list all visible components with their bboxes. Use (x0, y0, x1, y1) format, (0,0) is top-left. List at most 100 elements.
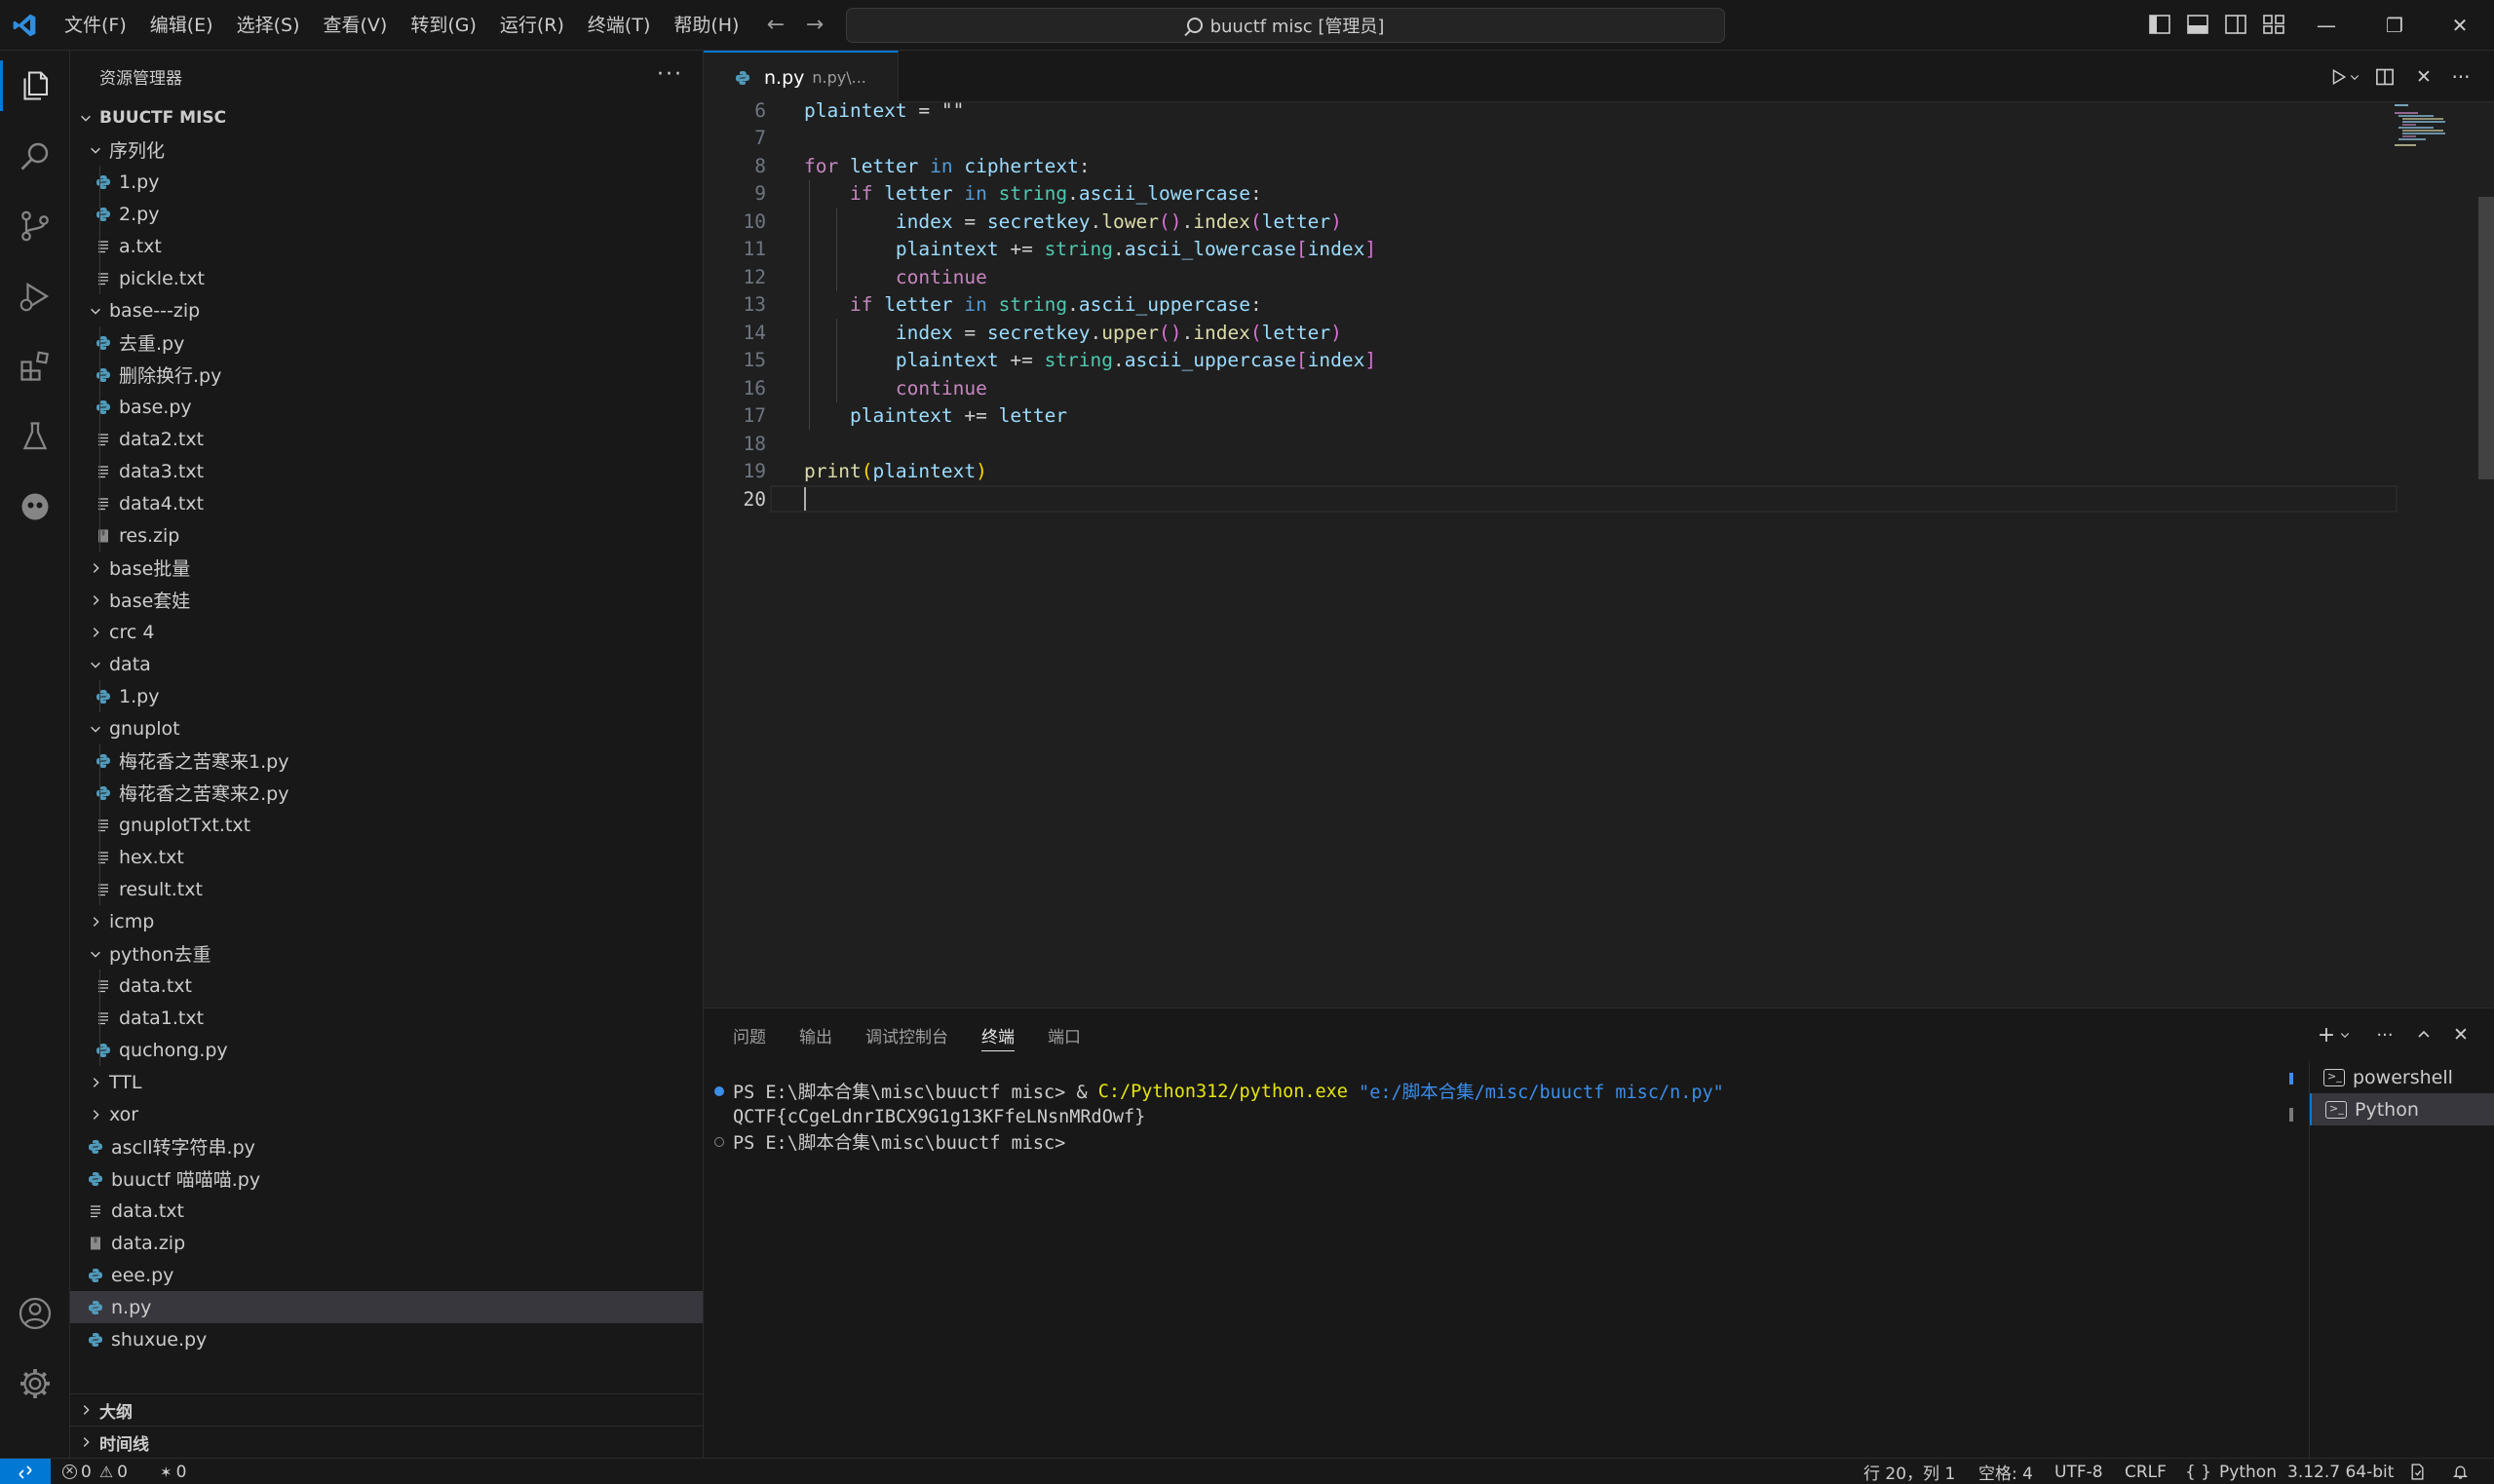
search-icon[interactable] (0, 121, 70, 191)
tree-file[interactable]: 2.py (70, 198, 703, 230)
tree-file[interactable]: result.txt (70, 873, 703, 905)
tree-file[interactable]: data1.txt (70, 1002, 703, 1034)
run-and-debug-icon[interactable] (0, 261, 70, 331)
tree-file[interactable]: 梅花香之苦寒来1.py (70, 744, 703, 777)
menu-help[interactable]: 帮助(H) (662, 8, 750, 43)
maximize-panel-chevron-up-icon[interactable] (2411, 1022, 2436, 1047)
menu-edit[interactable]: 编辑(E) (138, 8, 225, 43)
panel-more-actions-icon[interactable]: ··· (2372, 1022, 2398, 1047)
tree-folder[interactable]: gnuplot (70, 712, 703, 744)
eol-status[interactable]: CRLF (2125, 1459, 2167, 1484)
tree-file[interactable]: 删除换行.py (70, 359, 703, 391)
toggle-secondary-sidebar-icon[interactable] (2224, 14, 2247, 35)
split-editor-icon[interactable] (2372, 64, 2398, 90)
tree-file[interactable]: base.py (70, 391, 703, 423)
tree-folder[interactable]: data (70, 648, 703, 680)
tree-file[interactable]: a.txt (70, 230, 703, 262)
terminal-profiles-chevron-down-icon[interactable] (2337, 1022, 2353, 1047)
terminal-instance-powershell[interactable]: >_ powershell (2310, 1061, 2494, 1093)
tree-file[interactable]: buuctf 喵喵喵.py (70, 1162, 703, 1195)
tree-file[interactable]: data.txt (70, 1195, 703, 1227)
extensions-icon[interactable] (0, 331, 70, 401)
testing-flask-icon[interactable] (0, 401, 70, 472)
tree-folder[interactable]: base---zip (70, 294, 703, 326)
tree-folder[interactable]: icmp (70, 905, 703, 937)
tab-problems[interactable]: 问题 (733, 1008, 766, 1061)
tree-folder[interactable]: base套娃 (70, 584, 703, 616)
terminal-output[interactable]: PS E:\脚本合集\misc\buuctf misc> & C:/Python… (704, 1079, 2287, 1155)
tree-file[interactable]: res.zip (70, 519, 703, 552)
run-options-chevron-down-icon[interactable] (2347, 64, 2362, 90)
tree-folder[interactable]: base批量 (70, 552, 703, 584)
menu-run[interactable]: 运行(R) (488, 8, 576, 43)
tab-debug-console[interactable]: 调试控制台 (865, 1008, 948, 1061)
remote-window-button[interactable] (0, 1459, 51, 1484)
cursor-position[interactable]: 行 20，列 1 (1863, 1459, 1955, 1484)
toggle-primary-sidebar-icon[interactable] (2148, 14, 2171, 35)
settings-gear-icon[interactable] (0, 1349, 70, 1419)
ports-status[interactable]: ✶ 0 (160, 1459, 186, 1484)
back-arrow-icon[interactable]: ← (762, 12, 789, 39)
tree-folder[interactable]: 序列化 (70, 133, 703, 166)
menu-terminal[interactable]: 终端(T) (576, 8, 662, 43)
tree-file[interactable]: n.py (70, 1291, 703, 1323)
terminal-scrollbar[interactable] (2289, 1073, 2295, 1424)
notifications-bell-icon[interactable] (2452, 1459, 2469, 1484)
tree-folder[interactable]: xor (70, 1098, 703, 1130)
toggle-panel-icon[interactable] (2186, 14, 2209, 35)
tree-file[interactable]: 1.py (70, 680, 703, 712)
tree-folder[interactable]: python去重 (70, 937, 703, 970)
code-editor[interactable]: 6 plaintext = "" 7 8 for letter in ciphertex… (704, 102, 2494, 1008)
tree-file[interactable]: quchong.py (70, 1034, 703, 1066)
python-interpreter[interactable]: 3.12.7 64-bit (2287, 1459, 2394, 1484)
tree-file[interactable]: pickle.txt (70, 262, 703, 294)
more-actions-icon[interactable]: ··· (657, 62, 683, 87)
close-panel-icon[interactable]: ✕ (2448, 1022, 2474, 1047)
forward-arrow-icon[interactable]: → (801, 12, 828, 39)
github-copilot-icon[interactable] (0, 472, 70, 542)
source-control-icon[interactable] (0, 191, 70, 261)
tree-file[interactable]: ascll转字符串.py (70, 1130, 703, 1162)
tree-file[interactable]: data3.txt (70, 455, 703, 487)
tree-folder[interactable]: TTL (70, 1066, 703, 1098)
tree-file[interactable]: 去重.py (70, 326, 703, 359)
tree-file[interactable]: shuxue.py (70, 1323, 703, 1355)
tree-file[interactable]: 1.py (70, 166, 703, 198)
tab-ports[interactable]: 端口 (1048, 1008, 1081, 1061)
new-terminal-plus-icon[interactable]: + (2314, 1022, 2339, 1047)
tree-file[interactable]: data4.txt (70, 487, 703, 519)
tree-file[interactable]: data2.txt (70, 423, 703, 455)
notebook-kernel-icon[interactable] (2409, 1459, 2426, 1484)
tree-file[interactable]: gnuplotTxt.txt (70, 809, 703, 841)
tree-file[interactable]: 梅花香之苦寒来2.py (70, 777, 703, 809)
minimize-window-icon[interactable]: — (2292, 0, 2360, 51)
problems-status[interactable]: ✕ 0 ⚠ 0 (62, 1459, 128, 1484)
menu-file[interactable]: 文件(F) (53, 8, 138, 43)
indentation-status[interactable]: 空格: 4 (1978, 1459, 2033, 1484)
menu-selection[interactable]: 选择(S) (225, 8, 312, 43)
outline-section[interactable]: 大纲 (70, 1393, 704, 1426)
workspace-folder-header[interactable]: BUUCTF MISC (70, 101, 703, 133)
tree-file[interactable]: eee.py (70, 1259, 703, 1291)
editor-tab-n-py[interactable]: n.py n.py\... (704, 51, 899, 102)
encoding-status[interactable]: UTF-8 (2054, 1459, 2103, 1484)
editor-more-actions-icon[interactable]: ··· (2448, 64, 2474, 90)
restore-window-icon[interactable]: ❐ (2360, 0, 2429, 51)
accounts-icon[interactable] (0, 1278, 70, 1349)
menu-view[interactable]: 查看(V) (312, 8, 400, 43)
close-editors-icon[interactable]: ✕ (2411, 64, 2436, 90)
customize-layout-icon[interactable] (2262, 14, 2285, 35)
explorer-icon[interactable] (0, 51, 70, 121)
tab-terminal[interactable]: 终端 (981, 1008, 1015, 1061)
editor-vertical-scrollbar[interactable] (2478, 197, 2494, 479)
menu-go[interactable]: 转到(G) (399, 8, 488, 43)
tree-file[interactable]: data.zip (70, 1227, 703, 1259)
tree-file[interactable]: data.txt (70, 970, 703, 1002)
command-center-search[interactable]: buuctf misc [管理员] (846, 8, 1725, 43)
tab-output[interactable]: 输出 (799, 1008, 832, 1061)
close-window-icon[interactable]: ✕ (2426, 0, 2494, 51)
timeline-section[interactable]: 时间线 (70, 1426, 704, 1458)
terminal-instance-python[interactable]: >_ Python (2310, 1093, 2494, 1125)
tree-folder[interactable]: crc 4 (70, 616, 703, 648)
language-mode[interactable]: { } Python (2185, 1459, 2277, 1484)
